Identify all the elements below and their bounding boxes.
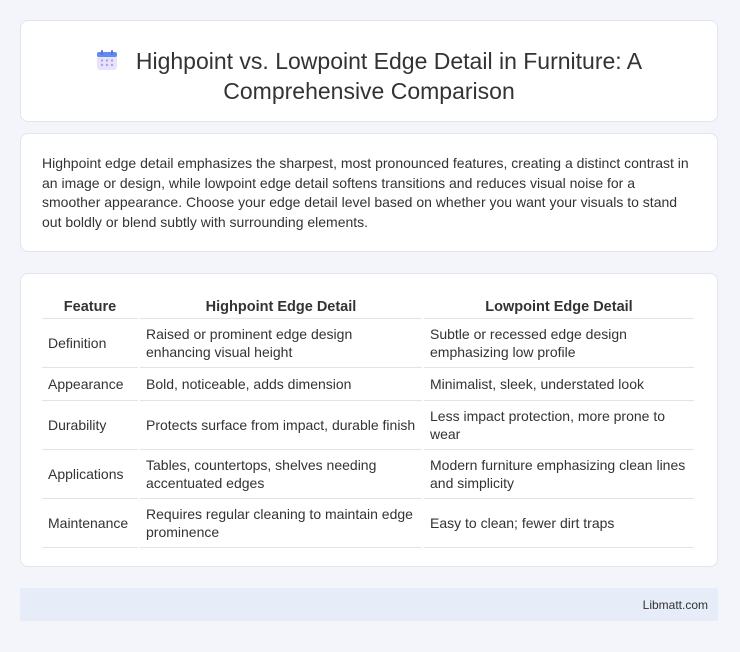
row-highpoint: Tables, countertops, shelves needing acc… [140, 450, 422, 499]
calendar-icon [96, 49, 118, 77]
footer-bar: Libmatt.com [20, 588, 718, 621]
row-feature: Definition [42, 319, 138, 368]
row-feature: Maintenance [42, 499, 138, 548]
header-feature: Feature [42, 296, 138, 319]
intro-card: Highpoint edge detail emphasizes the sha… [20, 133, 718, 252]
header-highpoint: Highpoint Edge Detail [140, 296, 422, 319]
comparison-card: Feature Highpoint Edge Detail Lowpoint E… [20, 273, 718, 567]
row-feature: Durability [42, 401, 138, 450]
table-row: Maintenance Requires regular cleaning to… [42, 499, 694, 548]
row-lowpoint: Modern furniture emphasizing clean lines… [424, 450, 694, 499]
row-highpoint: Protects surface from impact, durable fi… [140, 401, 422, 450]
table-header-row: Feature Highpoint Edge Detail Lowpoint E… [42, 296, 694, 319]
table-row: Appearance Bold, noticeable, adds dimens… [42, 368, 694, 401]
table-row: Durability Protects surface from impact,… [42, 401, 694, 450]
row-lowpoint: Subtle or recessed edge design emphasizi… [424, 319, 694, 368]
table-row: Applications Tables, countertops, shelve… [42, 450, 694, 499]
page-title: Highpoint vs. Lowpoint Edge Detail in Fu… [135, 48, 643, 104]
row-highpoint: Raised or prominent edge design enhancin… [140, 319, 422, 368]
header-lowpoint: Lowpoint Edge Detail [424, 296, 694, 319]
row-highpoint: Requires regular cleaning to maintain ed… [140, 499, 422, 548]
comparison-table: Feature Highpoint Edge Detail Lowpoint E… [40, 296, 696, 548]
header-card: Highpoint vs. Lowpoint Edge Detail in Fu… [20, 20, 718, 122]
row-lowpoint: Less impact protection, more prone to we… [424, 401, 694, 450]
page-title-line: Highpoint vs. Lowpoint Edge Detail in Fu… [21, 47, 717, 105]
row-feature: Applications [42, 450, 138, 499]
table-row: Definition Raised or prominent edge desi… [42, 319, 694, 368]
footer-brand: Libmatt.com [642, 598, 708, 612]
intro-text: Highpoint edge detail emphasizes the sha… [42, 155, 689, 230]
row-feature: Appearance [42, 368, 138, 401]
row-lowpoint: Minimalist, sleek, understated look [424, 368, 694, 401]
row-highpoint: Bold, noticeable, adds dimension [140, 368, 422, 401]
row-lowpoint: Easy to clean; fewer dirt traps [424, 499, 694, 548]
